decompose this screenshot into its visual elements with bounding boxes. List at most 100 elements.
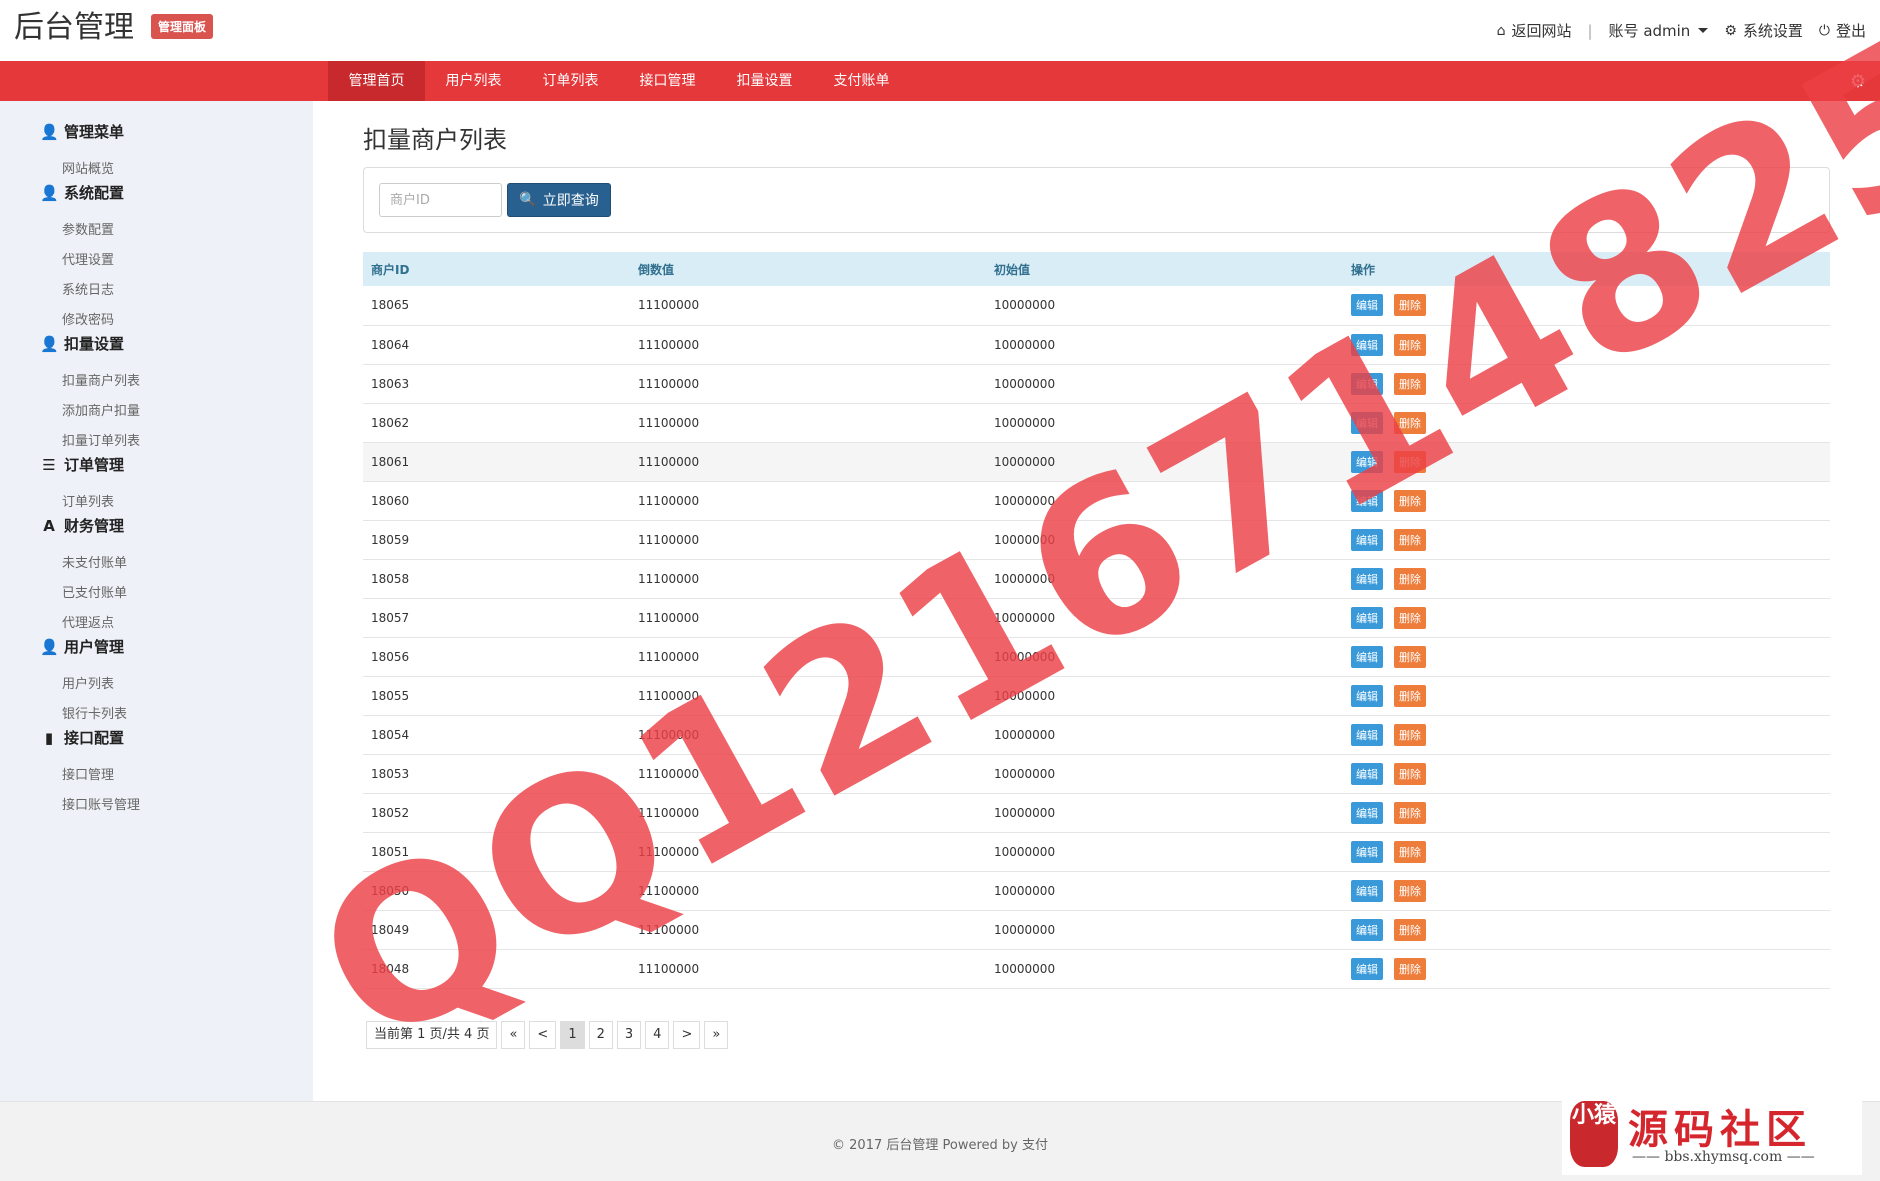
countdown-cell: 11100000 — [630, 481, 986, 521]
delete-button[interactable]: 删除 — [1394, 918, 1426, 941]
search-button[interactable]: 🔍 立即查询 — [507, 183, 611, 217]
actions-cell: 编辑 删除 — [1343, 559, 1830, 599]
actions-cell: 编辑 删除 — [1343, 949, 1830, 989]
edit-button[interactable]: 编辑 — [1351, 450, 1383, 473]
sidebar-item-deduct-merchants[interactable]: 扣量商户列表 — [62, 370, 140, 389]
next-page-button[interactable]: > — [673, 1021, 701, 1049]
edit-button[interactable]: 编辑 — [1351, 333, 1383, 356]
delete-button[interactable]: 删除 — [1394, 489, 1426, 512]
edit-button[interactable]: 编辑 — [1351, 606, 1383, 629]
edit-button[interactable]: 编辑 — [1351, 684, 1383, 707]
edit-button[interactable]: 编辑 — [1351, 411, 1383, 434]
sidebar-item-agent[interactable]: 代理设置 — [62, 249, 114, 268]
edit-button[interactable]: 编辑 — [1351, 879, 1383, 902]
table-row: 18049 11100000 10000000 编辑 删除 — [363, 910, 1830, 950]
delete-button[interactable]: 删除 — [1394, 606, 1426, 629]
edit-button[interactable]: 编辑 — [1351, 489, 1383, 512]
edit-button[interactable]: 编辑 — [1351, 801, 1383, 824]
edit-button[interactable]: 编辑 — [1351, 528, 1383, 551]
table-row: 18051 11100000 10000000 编辑 删除 — [363, 832, 1830, 872]
account-dropdown[interactable]: 账号 admin — [1609, 20, 1709, 41]
countdown-cell: 11100000 — [630, 559, 986, 599]
table-row: 18054 11100000 10000000 编辑 删除 — [363, 715, 1830, 755]
sidebar-section-users: 👤 用户管理 — [40, 637, 125, 657]
edit-button[interactable]: 编辑 — [1351, 645, 1383, 668]
list-icon: ☰ — [42, 455, 56, 474]
table-row: 18062 11100000 10000000 编辑 删除 — [363, 403, 1830, 443]
delete-button[interactable]: 删除 — [1394, 801, 1426, 824]
delete-button[interactable]: 删除 — [1394, 411, 1426, 434]
delete-button[interactable]: 删除 — [1394, 450, 1426, 473]
delete-button[interactable]: 删除 — [1394, 684, 1426, 707]
sidebar-item-deduct-orders[interactable]: 扣量订单列表 — [62, 430, 140, 449]
initial-cell: 10000000 — [986, 871, 1343, 911]
page-button-2[interactable]: 2 — [588, 1021, 613, 1049]
logout-link[interactable]: ⏻ 登出 — [1819, 20, 1866, 41]
countdown-cell: 11100000 — [630, 286, 986, 326]
sidebar-item-api-accounts[interactable]: 接口账号管理 — [62, 794, 140, 813]
edit-button[interactable]: 编辑 — [1351, 762, 1383, 785]
actions-cell: 编辑 删除 — [1343, 637, 1830, 677]
sidebar-item-password[interactable]: 修改密码 — [62, 309, 114, 328]
logo-seal: 小猿 — [1570, 1101, 1618, 1167]
delete-button[interactable]: 删除 — [1394, 528, 1426, 551]
delete-button[interactable]: 删除 — [1394, 645, 1426, 668]
merchant-id-cell: 18065 — [363, 286, 630, 326]
user-icon: 👤 — [40, 637, 59, 656]
table-row: 18064 11100000 10000000 编辑 删除 — [363, 325, 1830, 365]
last-page-button[interactable]: » — [704, 1021, 729, 1049]
logout-label: 登出 — [1835, 22, 1866, 40]
sidebar-item-add-deduct[interactable]: 添加商户扣量 — [62, 400, 140, 419]
edit-button[interactable]: 编辑 — [1351, 957, 1383, 980]
edit-button[interactable]: 编辑 — [1351, 918, 1383, 941]
merchant-id-cell: 18055 — [363, 676, 630, 716]
delete-button[interactable]: 删除 — [1394, 840, 1426, 863]
merchant-id-input[interactable] — [379, 183, 502, 217]
delete-button[interactable]: 删除 — [1394, 723, 1426, 746]
edit-button[interactable]: 编辑 — [1351, 723, 1383, 746]
nav-settings-gear-icon[interactable]: ⚙ — [1850, 71, 1866, 92]
initial-cell: 10000000 — [986, 442, 1343, 482]
edit-button[interactable]: 编辑 — [1351, 294, 1383, 317]
delete-button[interactable]: 删除 — [1394, 762, 1426, 785]
sidebar-item-overview[interactable]: 网站概览 — [62, 158, 114, 177]
delete-button[interactable]: 删除 — [1394, 372, 1426, 395]
page-button-3[interactable]: 3 — [616, 1021, 642, 1049]
merchant-id-cell: 18062 — [363, 403, 630, 443]
sidebar-item-order-list[interactable]: 订单列表 — [62, 491, 114, 510]
back-to-site-link[interactable]: ⌂ 返回网站 — [1497, 20, 1572, 41]
system-settings-link[interactable]: ⚙ 系统设置 — [1724, 20, 1803, 41]
prev-page-button[interactable]: < — [529, 1021, 557, 1049]
sidebar-item-params[interactable]: 参数配置 — [62, 219, 114, 238]
edit-button[interactable]: 编辑 — [1351, 840, 1383, 863]
sidebar-item-logs[interactable]: 系统日志 — [62, 279, 114, 298]
initial-cell: 10000000 — [986, 520, 1343, 560]
sidebar-item-paid[interactable]: 已支付账单 — [62, 582, 127, 601]
delete-button[interactable]: 删除 — [1394, 294, 1426, 317]
sidebar-item-bank-cards[interactable]: 银行卡列表 — [62, 703, 127, 722]
first-page-button[interactable]: « — [501, 1021, 526, 1049]
sidebar-item-rebate[interactable]: 代理返点 — [62, 612, 114, 631]
nav-item-users[interactable]: 用户列表 — [425, 61, 522, 101]
power-icon: ⏻ — [1818, 22, 1830, 39]
countdown-cell: 11100000 — [630, 949, 986, 989]
page-button-1[interactable]: 1 — [560, 1021, 585, 1049]
actions-cell: 编辑 删除 — [1343, 793, 1830, 833]
page-button-4[interactable]: 4 — [645, 1021, 670, 1049]
nav-item-deduct[interactable]: 扣量设置 — [716, 61, 813, 101]
merchant-id-cell: 18063 — [363, 364, 630, 404]
nav-item-orders[interactable]: 订单列表 — [522, 61, 619, 101]
nav-item-payment-bills[interactable]: 支付账单 — [813, 61, 910, 101]
actions-cell: 编辑 删除 — [1343, 676, 1830, 716]
sidebar-item-user-list[interactable]: 用户列表 — [62, 673, 114, 692]
nav-item-home[interactable]: 管理首页 — [328, 61, 425, 101]
nav-item-api[interactable]: 接口管理 — [619, 61, 716, 101]
edit-button[interactable]: 编辑 — [1351, 372, 1383, 395]
delete-button[interactable]: 删除 — [1394, 333, 1426, 356]
delete-button[interactable]: 删除 — [1394, 957, 1426, 980]
sidebar-item-api-manage[interactable]: 接口管理 — [62, 764, 114, 783]
edit-button[interactable]: 编辑 — [1351, 567, 1383, 590]
sidebar-item-unpaid[interactable]: 未支付账单 — [62, 552, 127, 571]
delete-button[interactable]: 删除 — [1394, 567, 1426, 590]
delete-button[interactable]: 删除 — [1394, 879, 1426, 902]
